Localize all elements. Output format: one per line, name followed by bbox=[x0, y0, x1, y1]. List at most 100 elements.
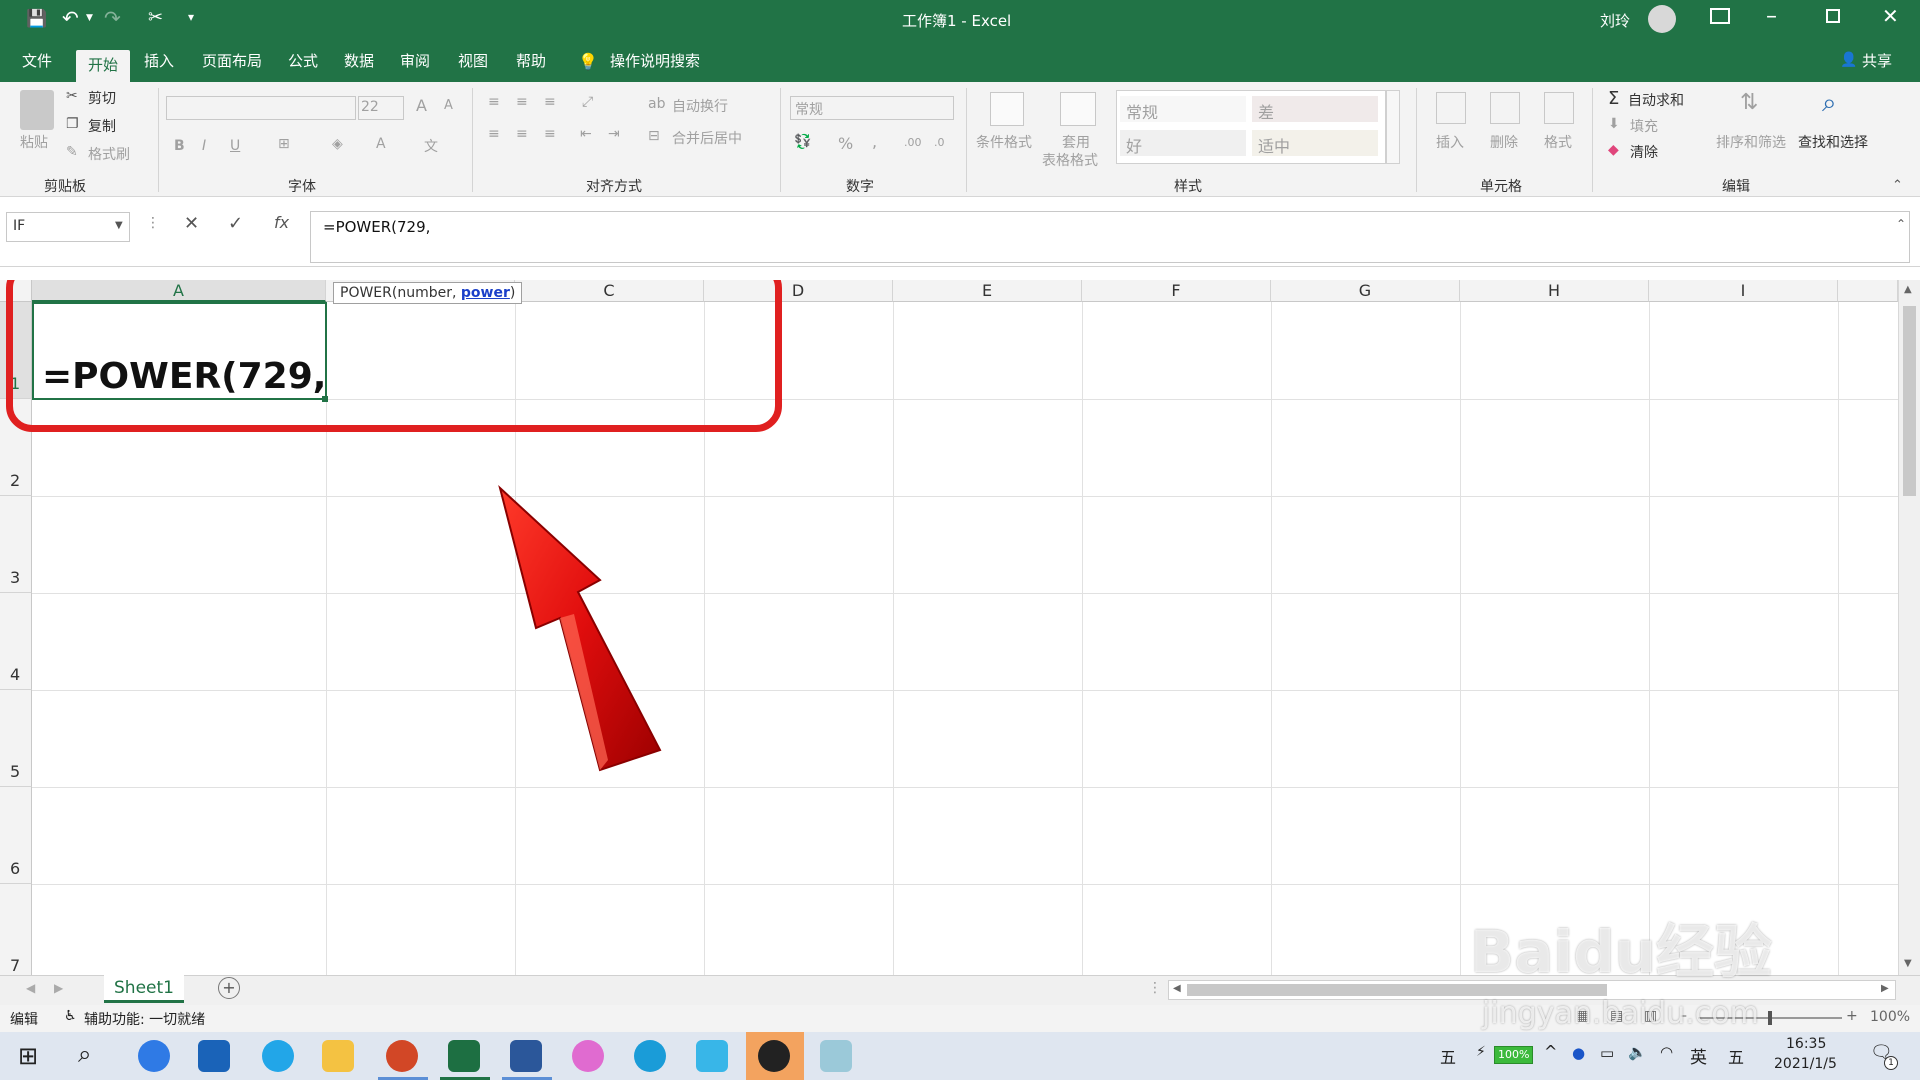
paste-button[interactable]: 粘贴 bbox=[20, 132, 48, 152]
fill-color-icon[interactable]: ◈ bbox=[332, 136, 343, 152]
column-header-e[interactable]: E bbox=[893, 280, 1082, 302]
ime-wubi[interactable]: 五 bbox=[1728, 1044, 1744, 1068]
align-right-icon[interactable]: ≡ bbox=[544, 126, 556, 142]
insert-cells-button[interactable]: 插入 bbox=[1436, 132, 1464, 152]
column-header-h[interactable]: H bbox=[1460, 280, 1649, 302]
name-box[interactable]: IF ▼ bbox=[6, 212, 130, 242]
wrap-text-button[interactable]: 自动换行 bbox=[672, 96, 728, 116]
wifi-icon[interactable]: ◠ bbox=[1660, 1043, 1673, 1061]
font-name-dropdown[interactable] bbox=[166, 96, 356, 120]
align-middle-icon[interactable]: ≡ bbox=[516, 94, 528, 110]
minimize-icon[interactable]: – bbox=[1766, 4, 1777, 29]
app-l-icon[interactable] bbox=[138, 1040, 170, 1072]
clear-button[interactable]: 清除 bbox=[1630, 142, 1658, 162]
currency-icon[interactable]: 💱 bbox=[794, 134, 811, 150]
grow-font-button[interactable]: A bbox=[416, 96, 427, 115]
tab-formulas[interactable]: 公式 bbox=[282, 48, 324, 74]
user-name[interactable]: 刘玲 bbox=[1600, 10, 1630, 31]
autosum-button[interactable]: 自动求和 bbox=[1628, 90, 1684, 110]
style-bad[interactable]: 差 bbox=[1252, 96, 1378, 122]
format-cells-button[interactable]: 格式 bbox=[1544, 132, 1572, 152]
percent-button[interactable]: % bbox=[838, 134, 853, 153]
powerpoint-icon[interactable] bbox=[386, 1040, 418, 1072]
collapse-ribbon-icon[interactable]: ⌃ bbox=[1892, 178, 1903, 193]
restore-icon[interactable] bbox=[1826, 9, 1840, 23]
file-explorer-icon[interactable] bbox=[322, 1040, 354, 1072]
align-center-icon[interactable]: ≡ bbox=[516, 126, 528, 142]
app-icon[interactable] bbox=[820, 1040, 852, 1072]
accessibility-status[interactable]: 辅助功能: 一切就绪 bbox=[84, 1009, 205, 1029]
share-icon[interactable]: 👤 bbox=[1840, 52, 1857, 68]
split-handle[interactable]: ⋮ bbox=[1148, 980, 1162, 996]
row-header-3[interactable]: 3 bbox=[0, 496, 32, 593]
row-header-6[interactable]: 6 bbox=[0, 787, 32, 884]
copy-button[interactable]: 复制 bbox=[88, 116, 116, 136]
comma-button[interactable]: , bbox=[872, 132, 877, 151]
qq-icon[interactable] bbox=[758, 1040, 790, 1072]
conditional-format-button[interactable]: 条件格式 bbox=[976, 132, 1032, 152]
orientation-icon[interactable]: ⤢ bbox=[582, 94, 593, 110]
tell-me-search[interactable]: 操作说明搜索 bbox=[604, 48, 706, 74]
tab-view[interactable]: 视图 bbox=[452, 48, 494, 74]
battery-indicator[interactable]: 100% bbox=[1494, 1046, 1534, 1064]
clock-date[interactable]: 2021/1/5 bbox=[1774, 1056, 1837, 1072]
phonetic-icon[interactable]: 文 bbox=[424, 136, 438, 156]
scroll-right-icon[interactable]: ▶ bbox=[1881, 983, 1889, 994]
edge-browser-icon[interactable] bbox=[634, 1040, 666, 1072]
save-icon[interactable]: 💾 bbox=[26, 9, 47, 29]
excel-icon[interactable] bbox=[448, 1040, 480, 1072]
scissors-icon[interactable]: ✂ bbox=[148, 7, 163, 28]
number-format-dropdown[interactable]: 常规 bbox=[790, 96, 954, 120]
ime-mode-indicator[interactable]: 五 bbox=[1440, 1044, 1456, 1068]
tab-insert[interactable]: 插入 bbox=[138, 48, 180, 74]
tab-page-layout[interactable]: 页面布局 bbox=[196, 48, 268, 74]
add-sheet-button[interactable]: + bbox=[218, 977, 240, 999]
screen-tool-icon[interactable] bbox=[696, 1040, 728, 1072]
shrink-font-button[interactable]: A bbox=[444, 98, 453, 113]
undo-icon[interactable]: ↶ bbox=[62, 6, 79, 30]
align-top-icon[interactable]: ≡ bbox=[488, 94, 500, 110]
column-header-f[interactable]: F bbox=[1082, 280, 1271, 302]
decrease-decimal-icon[interactable]: .0 bbox=[934, 136, 945, 149]
sort-filter-button[interactable]: 排序和筛选 bbox=[1716, 132, 1786, 152]
zoom-in-icon[interactable]: + bbox=[1846, 1008, 1858, 1024]
next-sheet-icon[interactable]: ▶ bbox=[54, 981, 63, 995]
paint-icon[interactable] bbox=[572, 1040, 604, 1072]
tab-help[interactable]: 帮助 bbox=[510, 48, 552, 74]
row-header-4[interactable]: 4 bbox=[0, 593, 32, 690]
underline-button[interactable]: U bbox=[230, 138, 240, 154]
ribbon-display-icon[interactable] bbox=[1710, 8, 1730, 24]
zoom-slider-thumb[interactable] bbox=[1768, 1011, 1772, 1025]
gallery-scroll[interactable] bbox=[1386, 90, 1400, 164]
mail-icon[interactable] bbox=[198, 1040, 230, 1072]
speaker-icon[interactable]: 🔈 bbox=[1628, 1043, 1647, 1061]
tab-data[interactable]: 数据 bbox=[338, 48, 380, 74]
undo-dropdown-icon[interactable]: ▼ bbox=[86, 13, 93, 23]
style-neutral[interactable]: 适中 bbox=[1252, 130, 1378, 156]
clock-time[interactable]: 16:35 bbox=[1786, 1036, 1826, 1052]
font-color-icon[interactable]: A bbox=[376, 136, 386, 152]
tab-home[interactable]: 开始 bbox=[76, 50, 131, 82]
font-size-dropdown[interactable]: 22 bbox=[358, 96, 404, 120]
decrease-indent-icon[interactable]: ⇤ bbox=[580, 126, 592, 142]
column-header-partial[interactable] bbox=[1838, 280, 1898, 302]
row-header-5[interactable]: 5 bbox=[0, 690, 32, 787]
increase-indent-icon[interactable]: ⇥ bbox=[608, 126, 620, 142]
fill-button[interactable]: 填充 bbox=[1630, 116, 1658, 136]
insert-function-button[interactable]: fx bbox=[274, 213, 289, 232]
baidu-paw-icon[interactable]: ● bbox=[1572, 1044, 1585, 1062]
border-icon[interactable]: ⊞ bbox=[278, 136, 290, 152]
align-left-icon[interactable]: ≡ bbox=[488, 126, 500, 142]
increase-decimal-icon[interactable]: .00 bbox=[904, 136, 922, 149]
vertical-scrollbar[interactable]: ▲ ▼ bbox=[1898, 280, 1920, 975]
tab-file[interactable]: 文件 bbox=[16, 48, 58, 74]
tab-review[interactable]: 审阅 bbox=[394, 48, 436, 74]
sheet-tab-sheet1[interactable]: Sheet1 bbox=[104, 975, 184, 1003]
close-icon[interactable]: ✕ bbox=[1882, 4, 1899, 28]
prev-sheet-icon[interactable]: ◀ bbox=[26, 981, 35, 995]
delete-cells-button[interactable]: 删除 bbox=[1490, 132, 1518, 152]
ie-browser-icon[interactable] bbox=[262, 1040, 294, 1072]
scroll-thumb[interactable] bbox=[1903, 306, 1916, 496]
table-format-line2[interactable]: 表格格式 bbox=[1042, 150, 1098, 170]
column-header-i[interactable]: I bbox=[1649, 280, 1838, 302]
